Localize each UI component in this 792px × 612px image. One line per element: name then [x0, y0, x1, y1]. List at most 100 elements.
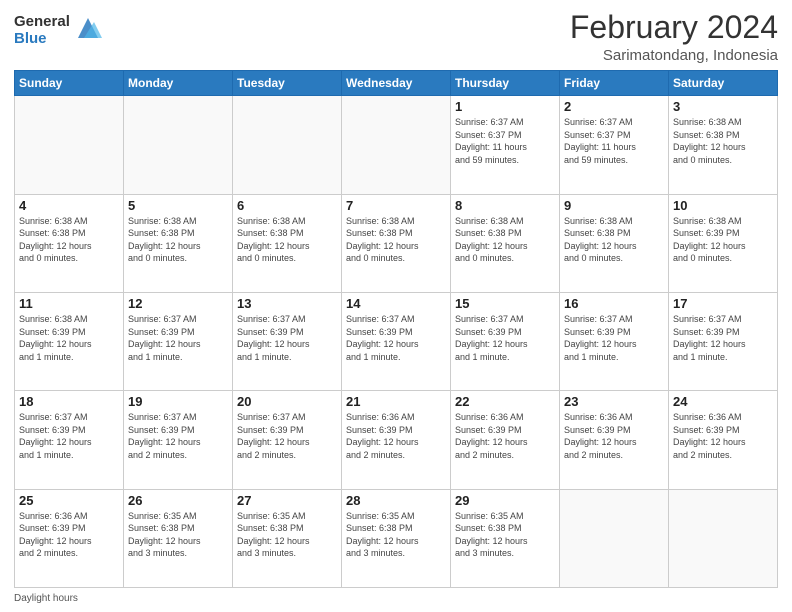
logo-text: General Blue	[14, 14, 70, 47]
title-block: February 2024 Sarimatondang, Indonesia	[570, 10, 778, 64]
calendar-cell: 20Sunrise: 6:37 AM Sunset: 6:39 PM Dayli…	[233, 391, 342, 489]
calendar-cell: 18Sunrise: 6:37 AM Sunset: 6:39 PM Dayli…	[15, 391, 124, 489]
calendar-cell: 23 Sunrise: 6:36 AM Sunset: 6:39 PM Dayli…	[560, 391, 669, 489]
day-number: 7	[346, 198, 446, 213]
calendar-cell: 10 Sunrise: 6:38 AM Sunset: 6:39 PM Dayli…	[669, 194, 778, 292]
day-number: 22	[455, 394, 555, 409]
calendar-cell: 13 Sunrise: 6:37 AM Sunset: 6:39 PM Dayli…	[233, 292, 342, 390]
weekday-header-thursday: Thursday	[451, 71, 560, 96]
week-row-2: 4 Sunrise: 6:38 AM Sunset: 6:38 PM Daylig…	[15, 194, 778, 292]
logo-blue: Blue	[14, 31, 70, 48]
calendar-cell: 8Sunrise: 6:38 AM Sunset: 6:38 PM Daylig…	[451, 194, 560, 292]
calendar-cell: 11 Sunrise: 6:38 AM Sunset: 6:39 PM Dayli…	[15, 292, 124, 390]
calendar-cell: 5Sunrise: 6:38 AM Sunset: 6:38 PM Daylig…	[124, 194, 233, 292]
day-info: Sunrise: 6:36 AM Sunset: 6:39 PM Dayligh…	[346, 411, 446, 461]
day-number: 21	[346, 394, 446, 409]
calendar-cell: 25Sunrise: 6:36 AM Sunset: 6:39 PM Dayli…	[15, 489, 124, 587]
day-info: Sunrise: 6:36 AM Sunset: 6:39 PM Dayligh…	[673, 411, 773, 461]
day-number: 14	[346, 296, 446, 311]
calendar-cell: 21 Sunrise: 6:36 AM Sunset: 6:39 PM Dayli…	[342, 391, 451, 489]
calendar-cell	[560, 489, 669, 587]
calendar-cell: 28Sunrise: 6:35 AM Sunset: 6:38 PM Dayli…	[342, 489, 451, 587]
calendar-cell: 22 Sunrise: 6:36 AM Sunset: 6:39 PM Dayli…	[451, 391, 560, 489]
day-info: Sunrise: 6:37 AM Sunset: 6:39 PM Dayligh…	[128, 313, 228, 363]
weekday-header-wednesday: Wednesday	[342, 71, 451, 96]
day-info: Sunrise: 6:38 AM Sunset: 6:38 PM Dayligh…	[673, 116, 773, 166]
calendar-cell	[15, 96, 124, 194]
header: General Blue February 2024 Sarimatondang…	[14, 10, 778, 64]
day-number: 2	[564, 99, 664, 114]
day-info: Sunrise: 6:35 AM Sunset: 6:38 PM Dayligh…	[128, 510, 228, 560]
day-number: 5	[128, 198, 228, 213]
day-number: 3	[673, 99, 773, 114]
calendar-cell: 17 Sunrise: 6:37 AM Sunset: 6:39 PM Dayli…	[669, 292, 778, 390]
calendar-cell	[342, 96, 451, 194]
calendar-table: SundayMondayTuesdayWednesdayThursdayFrid…	[14, 70, 778, 588]
day-number: 19	[128, 394, 228, 409]
page: General Blue February 2024 Sarimatondang…	[0, 0, 792, 612]
day-number: 12	[128, 296, 228, 311]
day-info: Sunrise: 6:36 AM Sunset: 6:39 PM Dayligh…	[455, 411, 555, 461]
day-info: Sunrise: 6:38 AM Sunset: 6:38 PM Dayligh…	[455, 215, 555, 265]
calendar-cell: 2 Sunrise: 6:37 AM Sunset: 6:37 PM Daylig…	[560, 96, 669, 194]
day-info: Sunrise: 6:38 AM Sunset: 6:39 PM Dayligh…	[673, 215, 773, 265]
day-info: Sunrise: 6:37 AM Sunset: 6:39 PM Dayligh…	[128, 411, 228, 461]
day-number: 24	[673, 394, 773, 409]
day-info: Sunrise: 6:37 AM Sunset: 6:39 PM Dayligh…	[346, 313, 446, 363]
week-row-1: 1Sunrise: 6:37 AM Sunset: 6:37 PM Daylig…	[15, 96, 778, 194]
weekday-header-monday: Monday	[124, 71, 233, 96]
day-number: 4	[19, 198, 119, 213]
day-number: 13	[237, 296, 337, 311]
day-info: Sunrise: 6:37 AM Sunset: 6:39 PM Dayligh…	[564, 313, 664, 363]
logo-general: General	[14, 14, 70, 31]
day-number: 9	[564, 198, 664, 213]
calendar-cell: 16 Sunrise: 6:37 AM Sunset: 6:39 PM Dayli…	[560, 292, 669, 390]
logo-icon	[74, 14, 102, 42]
day-info: Sunrise: 6:36 AM Sunset: 6:39 PM Dayligh…	[19, 510, 119, 560]
calendar-cell: 1Sunrise: 6:37 AM Sunset: 6:37 PM Daylig…	[451, 96, 560, 194]
day-info: Sunrise: 6:38 AM Sunset: 6:38 PM Dayligh…	[237, 215, 337, 265]
weekday-header-saturday: Saturday	[669, 71, 778, 96]
calendar-cell: 26 Sunrise: 6:35 AM Sunset: 6:38 PM Dayli…	[124, 489, 233, 587]
calendar-cell	[124, 96, 233, 194]
calendar-cell: 7 Sunrise: 6:38 AM Sunset: 6:38 PM Daylig…	[342, 194, 451, 292]
calendar-cell: 12 Sunrise: 6:37 AM Sunset: 6:39 PM Dayli…	[124, 292, 233, 390]
day-info: Sunrise: 6:35 AM Sunset: 6:38 PM Dayligh…	[237, 510, 337, 560]
day-number: 10	[673, 198, 773, 213]
day-number: 27	[237, 493, 337, 508]
calendar-cell: 15Sunrise: 6:37 AM Sunset: 6:39 PM Dayli…	[451, 292, 560, 390]
day-number: 17	[673, 296, 773, 311]
day-info: Sunrise: 6:37 AM Sunset: 6:37 PM Dayligh…	[564, 116, 664, 166]
day-info: Sunrise: 6:38 AM Sunset: 6:38 PM Dayligh…	[346, 215, 446, 265]
day-info: Sunrise: 6:36 AM Sunset: 6:39 PM Dayligh…	[564, 411, 664, 461]
weekday-header-row: SundayMondayTuesdayWednesdayThursdayFrid…	[15, 71, 778, 96]
day-info: Sunrise: 6:37 AM Sunset: 6:39 PM Dayligh…	[455, 313, 555, 363]
day-number: 6	[237, 198, 337, 213]
calendar-cell: 29Sunrise: 6:35 AM Sunset: 6:38 PM Dayli…	[451, 489, 560, 587]
day-number: 11	[19, 296, 119, 311]
day-info: Sunrise: 6:38 AM Sunset: 6:39 PM Dayligh…	[19, 313, 119, 363]
month-title: February 2024	[570, 10, 778, 45]
weekday-header-tuesday: Tuesday	[233, 71, 342, 96]
day-number: 18	[19, 394, 119, 409]
calendar-cell: 9Sunrise: 6:38 AM Sunset: 6:38 PM Daylig…	[560, 194, 669, 292]
day-info: Sunrise: 6:37 AM Sunset: 6:39 PM Dayligh…	[237, 313, 337, 363]
calendar-cell: 27 Sunrise: 6:35 AM Sunset: 6:38 PM Dayli…	[233, 489, 342, 587]
day-info: Sunrise: 6:37 AM Sunset: 6:39 PM Dayligh…	[673, 313, 773, 363]
day-info: Sunrise: 6:35 AM Sunset: 6:38 PM Dayligh…	[346, 510, 446, 560]
weekday-header-friday: Friday	[560, 71, 669, 96]
week-row-4: 18 Sunrise: 6:37 AM Sunset: 6:39 PM Dayli…	[15, 391, 778, 489]
calendar-cell: 14 Sunrise: 6:37 AM Sunset: 6:39 PM Dayli…	[342, 292, 451, 390]
calendar-cell: 4Sunrise: 6:38 AM Sunset: 6:38 PM Daylig…	[15, 194, 124, 292]
calendar-cell	[669, 489, 778, 587]
footer-note: Daylight hours	[14, 593, 778, 604]
location-title: Sarimatondang, Indonesia	[570, 47, 778, 64]
day-number: 26	[128, 493, 228, 508]
calendar-cell: 24 Sunrise: 6:36 AM Sunset: 6:39 PM Dayli…	[669, 391, 778, 489]
day-info: Sunrise: 6:35 AM Sunset: 6:38 PM Dayligh…	[455, 510, 555, 560]
calendar-cell: 3 Sunrise: 6:38 AM Sunset: 6:38 PM Daylig…	[669, 96, 778, 194]
day-number: 20	[237, 394, 337, 409]
day-number: 16	[564, 296, 664, 311]
calendar-cell: 6 Sunrise: 6:38 AM Sunset: 6:38 PM Daylig…	[233, 194, 342, 292]
day-number: 23	[564, 394, 664, 409]
